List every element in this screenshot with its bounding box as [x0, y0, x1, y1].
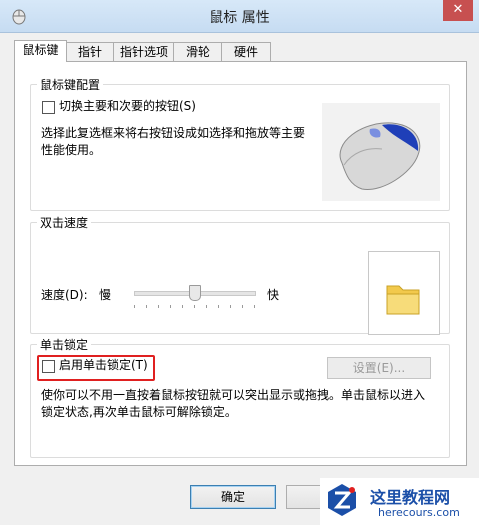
click-lock-label[interactable]: 启用单击锁定(T)	[59, 357, 148, 374]
watermark-title: 这里教程网	[370, 488, 451, 507]
click-lock-settings-button[interactable]: 设置(E)...	[327, 357, 431, 379]
tab-hardware[interactable]: 硬件	[221, 42, 271, 61]
button-config-title: 鼠标键配置	[37, 76, 104, 93]
speed-slider-thumb[interactable]	[189, 285, 201, 301]
slider-tick	[218, 305, 219, 308]
tab-pointers[interactable]: 指针	[65, 42, 115, 61]
switch-buttons-checkbox[interactable]	[42, 101, 55, 114]
watermark: 这里教程网 herecours.com	[320, 478, 479, 525]
speed-slider[interactable]	[134, 281, 258, 311]
double-click-group: 双击速度 速度(D): 慢 快	[30, 214, 450, 335]
click-lock-title: 单击锁定	[37, 336, 92, 353]
slider-tick	[134, 305, 135, 308]
title-bar: 鼠标 属性 ✕	[0, 0, 479, 33]
close-button[interactable]: ✕	[443, 0, 473, 21]
fast-label: 快	[267, 288, 280, 302]
double-click-test-area[interactable]	[368, 251, 440, 335]
click-lock-description: 使你可以不用一直按着鼠标按钮就可以突出显示或拖拽。单击鼠标以进入锁定状态,再次单…	[41, 388, 426, 419]
switch-buttons-description: 选择此复选框来将右按钮设成如选择和拖放等主要性能使用。	[41, 126, 306, 157]
slider-tick	[158, 305, 159, 308]
close-icon: ✕	[452, 2, 464, 17]
button-config-group: 鼠标键配置 切换主要和次要的按钮(S) 选择此复选框来将右按钮设成如选择和拖放等…	[30, 76, 450, 211]
click-lock-checkbox[interactable]	[42, 360, 55, 373]
slider-tick	[146, 305, 147, 308]
slider-tick	[194, 305, 195, 308]
tab-buttons[interactable]: 鼠标键	[14, 40, 67, 62]
double-click-title: 双击速度	[37, 214, 92, 231]
mouse-properties-window: 鼠标 属性 ✕ 鼠标键 指针 指针选项 滑轮 硬件 鼠标键配置 切换主要和次要的…	[0, 0, 479, 525]
window-title: 鼠标 属性	[209, 10, 270, 26]
slider-tick	[242, 305, 243, 308]
slider-tick	[182, 305, 183, 308]
slider-tick	[230, 305, 231, 308]
tab-panel: 鼠标键配置 切换主要和次要的按钮(S) 选择此复选框来将右按钮设成如选择和拖放等…	[14, 61, 467, 466]
click-lock-group: 单击锁定 启用单击锁定(T) 设置(E)... 使你可以不用一直按着鼠标按钮就可…	[30, 336, 450, 458]
tab-wheel[interactable]: 滑轮	[173, 42, 223, 61]
tab-pointer-options[interactable]: 指针选项	[113, 42, 175, 61]
folder-icon	[386, 285, 420, 315]
mouse-illustration-icon	[339, 122, 421, 190]
speed-label: 速度(D):	[41, 288, 88, 302]
watermark-logo-icon	[328, 484, 356, 516]
slider-tick	[170, 305, 171, 308]
watermark-url: herecours.com	[378, 506, 460, 519]
switch-buttons-label[interactable]: 切换主要和次要的按钮(S)	[59, 98, 196, 115]
mouse-preview	[322, 103, 440, 201]
slider-tick	[206, 305, 207, 308]
slow-label: 慢	[99, 288, 112, 302]
slider-tick	[254, 305, 255, 308]
ok-button[interactable]: 确定	[190, 485, 276, 509]
